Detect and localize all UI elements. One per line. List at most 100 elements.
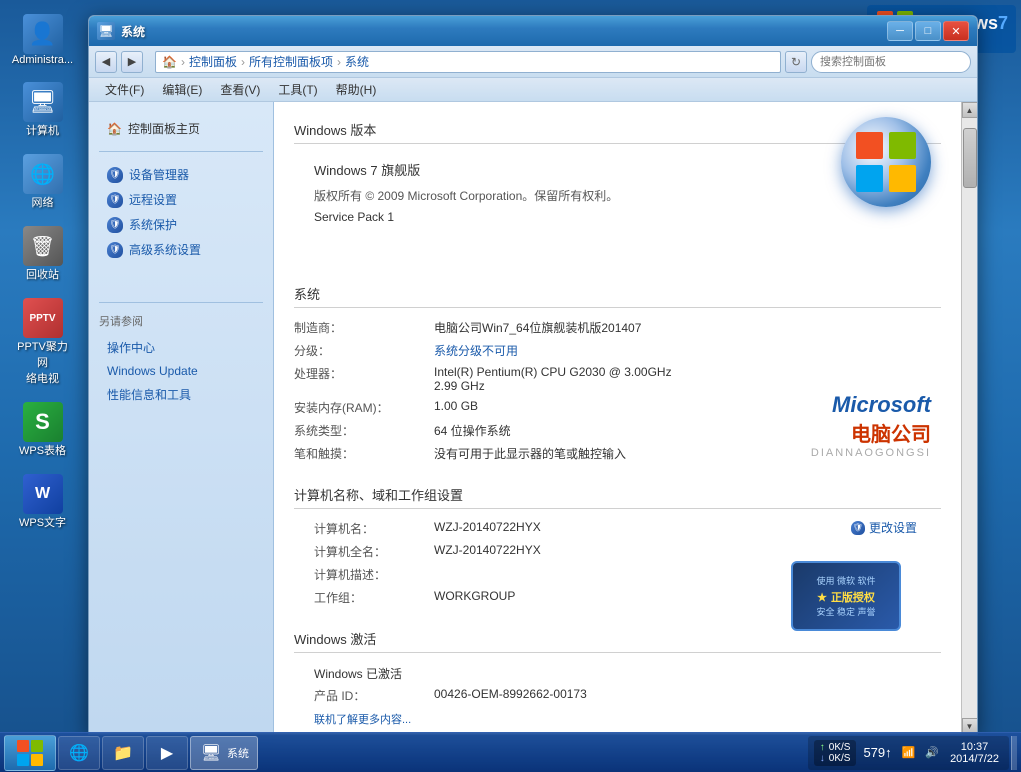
- rating-row: 分级： 系统分级不可用: [294, 339, 941, 362]
- window-controls: ─ □ ✕: [887, 21, 969, 41]
- activation-badge: 使用 微软 软件 ★ 正版授权 安全 稳定 声誉: [791, 561, 901, 631]
- sidebar-divider-2: [99, 302, 263, 303]
- go-button[interactable]: ↻: [785, 51, 807, 73]
- scroll-up-button[interactable]: ▲: [962, 102, 978, 118]
- ms-brand-text: Microsoft: [811, 392, 931, 418]
- computer-fullname-value: WZJ-20140722HYX: [434, 543, 941, 557]
- ms-brand-container: Microsoft 电脑公司 DIANNAOGONGSI: [811, 392, 931, 459]
- wpswz-icon: W: [23, 474, 63, 514]
- taskbar-ie[interactable]: 🌐: [58, 736, 100, 770]
- rating-value[interactable]: 系统分级不可用: [434, 342, 941, 359]
- back-button[interactable]: ◀: [95, 51, 117, 73]
- computer-icon-label: 计算机: [26, 122, 59, 138]
- speed-down-row: ↓ 0K/S: [820, 753, 851, 764]
- sidebar-item-advanced[interactable]: 🛡 高级系统设置: [99, 237, 263, 262]
- sidebar-device-manager-label: 设备管理器: [129, 166, 189, 183]
- close-button[interactable]: ✕: [943, 21, 969, 41]
- product-id-value: 00426-OEM-8992662-00173: [434, 687, 941, 701]
- sidebar-item-main[interactable]: 🏠 控制面板主页: [99, 116, 263, 141]
- activation-more-link[interactable]: 联机了解更多内容...: [314, 714, 411, 726]
- address-path[interactable]: 🏠 › 控制面板 › 所有控制面板项 › 系统: [155, 51, 781, 73]
- computer-desc-label: 计算机描述：: [294, 566, 434, 583]
- section-computer-name: 计算机名称、域和工作组设置: [294, 477, 941, 509]
- shield-icon-3: 🛡: [107, 217, 123, 233]
- processor-value2: 2.99 GHz: [434, 379, 672, 393]
- sidebar-remote-label: 远程设置: [129, 191, 177, 208]
- maximize-button[interactable]: □: [915, 21, 941, 41]
- tray-network-icon[interactable]: 📶: [899, 744, 919, 761]
- sidebar-divider-1: [99, 151, 263, 152]
- minimize-button[interactable]: ─: [887, 21, 913, 41]
- wps-icon: S: [23, 402, 63, 442]
- ms-sub-text: DIANNAOGONGSI: [811, 447, 931, 459]
- manufacturer-value: 电脑公司Win7_64位旗舰装机版201407: [434, 319, 941, 336]
- sidebar-protection-label: 系统保护: [129, 216, 177, 233]
- taskbar-media-player[interactable]: ▶: [146, 736, 188, 770]
- home-small-icon: 🏠: [107, 122, 122, 136]
- speed-down-value: 0K/S: [829, 753, 851, 764]
- forward-button[interactable]: ▶: [121, 51, 143, 73]
- sidebar-item-action-center[interactable]: 操作中心: [99, 335, 263, 360]
- desktop-icons-area: 👤 Administra... 🖥 计算机 🌐 网络 🗑 回收站 PPTV PP…: [0, 0, 85, 730]
- admin-icon-label: Administra...: [12, 54, 73, 66]
- workgroup-label: 工作组：: [294, 589, 434, 606]
- desktop-icon-wpswz[interactable]: W WPS文字: [8, 470, 78, 534]
- processor-value-container: Intel(R) Pentium(R) CPU G2030 @ 3.00GHz …: [434, 365, 672, 393]
- clock-time: 10:37: [961, 741, 989, 753]
- path-all-items[interactable]: 所有控制面板项: [249, 53, 333, 70]
- taskbar-explorer[interactable]: 📁: [102, 736, 144, 770]
- menu-edit[interactable]: 编辑(E): [154, 79, 210, 100]
- windows-logo: [856, 132, 916, 192]
- badge-main-text: 正版授权: [831, 589, 875, 605]
- wps-icon-label: WPS表格: [19, 442, 66, 458]
- path-control-panel[interactable]: 控制面板: [189, 53, 237, 70]
- sidebar-item-windows-update[interactable]: Windows Update: [99, 360, 263, 382]
- speed-display: 579↑: [863, 745, 891, 760]
- sidebar-item-device-manager[interactable]: 🛡 设备管理器: [99, 162, 263, 187]
- system-tray: ↑ 0K/S ↓ 0K/S 579↑ 📶 🔊 10:37 2014/7/22: [808, 736, 1009, 770]
- path-system[interactable]: 系统: [345, 53, 369, 70]
- activation-status-text: Windows 已激活: [314, 667, 402, 681]
- scroll-thumb[interactable]: [963, 128, 977, 188]
- menu-file[interactable]: 文件(F): [97, 79, 152, 100]
- sidebar-item-performance[interactable]: 性能信息和工具: [99, 382, 263, 407]
- desktop-icon-network[interactable]: 🌐 网络: [8, 150, 78, 214]
- desktop-icon-recycle[interactable]: 🗑 回收站: [8, 222, 78, 286]
- start-button[interactable]: [4, 735, 56, 771]
- sidebar-action-label: 操作中心: [107, 339, 155, 356]
- address-bar: ◀ ▶ 🏠 › 控制面板 › 所有控制面板项 › 系统 ↻: [89, 46, 977, 78]
- tray-sound-icon[interactable]: 🔊: [922, 744, 942, 761]
- menu-help[interactable]: 帮助(H): [328, 79, 385, 100]
- clock-display[interactable]: 10:37 2014/7/22: [946, 741, 1003, 765]
- scroll-track[interactable]: [962, 118, 978, 718]
- show-desktop-button[interactable]: [1011, 736, 1017, 770]
- computer-fullname-row: 计算机全名： WZJ-20140722HYX: [294, 540, 941, 563]
- sidebar-advanced-label: 高级系统设置: [129, 241, 201, 258]
- manufacturer-label: 制造商：: [294, 319, 434, 336]
- sidebar-also-title: 另请参阅: [89, 309, 273, 331]
- sidebar-item-remote-settings[interactable]: 🛡 远程设置: [99, 187, 263, 212]
- network-icon-label: 网络: [32, 194, 54, 210]
- taskbar-control-panel[interactable]: 🖥 系统: [190, 736, 258, 770]
- home-icon: 🏠: [162, 55, 177, 69]
- ms-company-text: 电脑公司: [811, 418, 931, 447]
- change-settings-shield-icon: 🛡: [851, 521, 865, 535]
- clock-date: 2014/7/22: [950, 753, 999, 765]
- desktop-icon-computer[interactable]: 🖥 计算机: [8, 78, 78, 142]
- wpswz-icon-label: WPS文字: [19, 514, 66, 530]
- section-system: 系统: [294, 276, 941, 308]
- sidebar-item-system-protection[interactable]: 🛡 系统保护: [99, 212, 263, 237]
- desktop-icon-wps[interactable]: S WPS表格: [8, 398, 78, 462]
- menu-view[interactable]: 查看(V): [212, 79, 268, 100]
- ram-label: 安装内存(RAM)：: [294, 399, 434, 416]
- admin-icon: 👤: [23, 14, 63, 54]
- change-settings-button[interactable]: 🛡 更改设置: [847, 517, 921, 538]
- activation-status-row: Windows 已激活: [294, 661, 941, 684]
- search-input[interactable]: [811, 51, 971, 73]
- network-speed-widget: ↑ 0K/S ↓ 0K/S: [814, 740, 857, 766]
- menu-tools[interactable]: 工具(T): [270, 79, 325, 100]
- desktop-icon-pptv[interactable]: PPTV PPTV聚力 网络电视: [8, 294, 78, 390]
- processor-value: Intel(R) Pentium(R) CPU G2030 @ 3.00GHz: [434, 365, 672, 379]
- activation-container: 使用 微软 软件 ★ 正版授权 安全 稳定 声誉 Windows 已激活 产品: [294, 661, 941, 734]
- desktop-icon-admin[interactable]: 👤 Administra...: [8, 10, 78, 70]
